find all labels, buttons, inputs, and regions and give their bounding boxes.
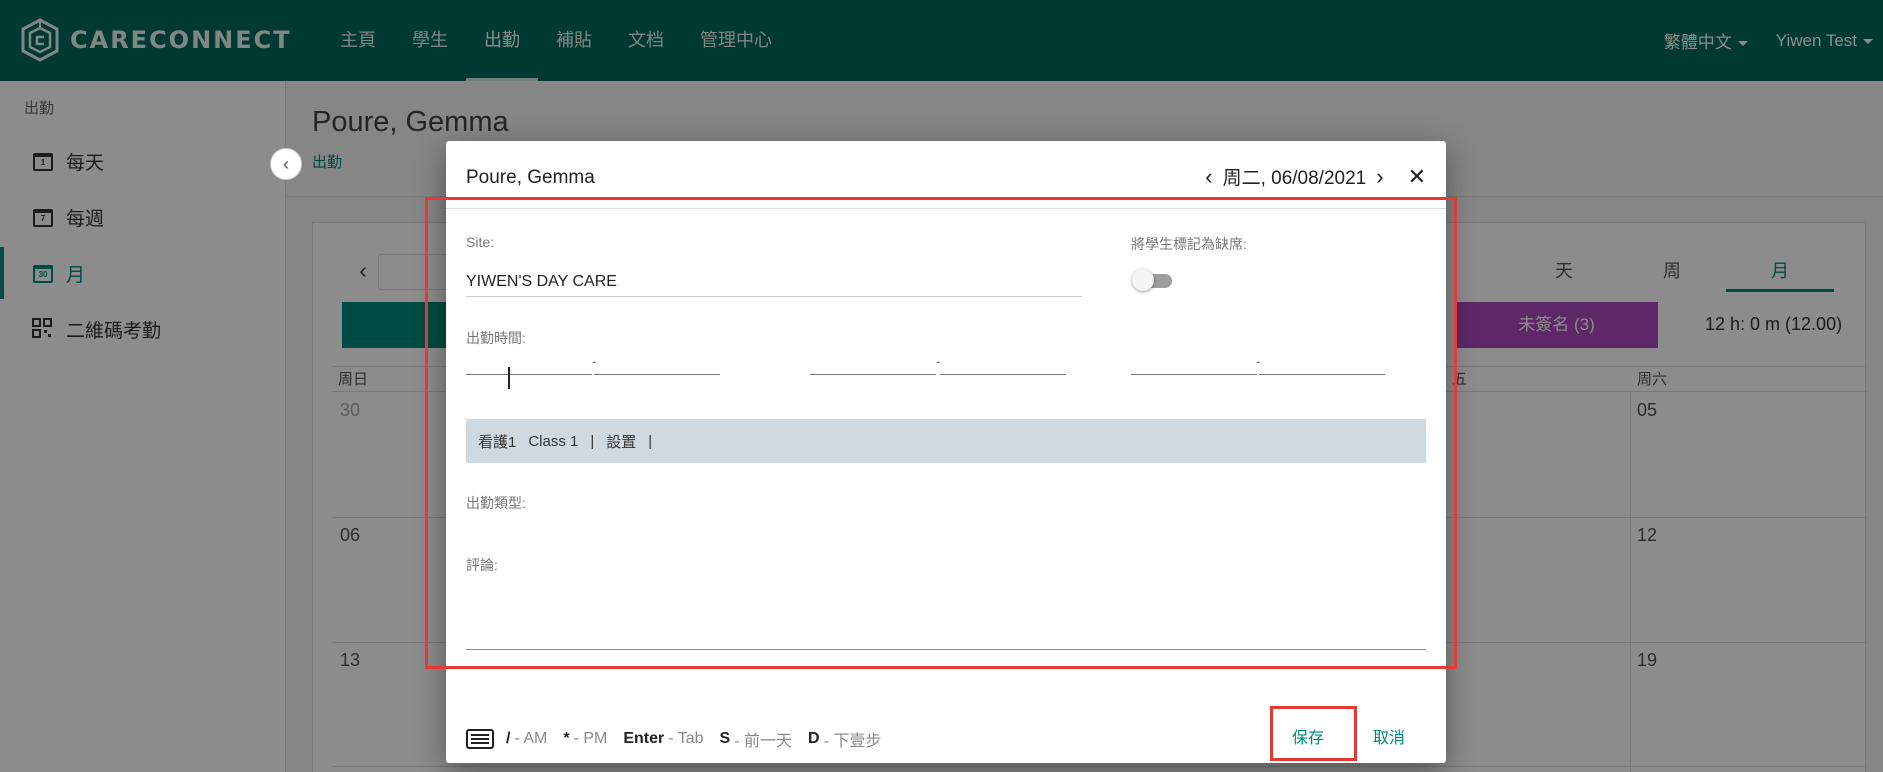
class-label: Class 1: [528, 432, 579, 450]
toggle-thumb: [1132, 269, 1154, 291]
class-bar-separator: |: [590, 432, 595, 450]
shortcut-desc: - Tab: [668, 730, 704, 747]
attendance-time-label: 出勤時間:: [466, 330, 526, 346]
shortcut-desc: - AM: [514, 730, 548, 747]
absent-label: 將學生標記為缺席:: [1131, 236, 1247, 252]
comment-field[interactable]: [466, 649, 1426, 650]
absent-toggle[interactable]: [1132, 269, 1172, 291]
time-in-field-1[interactable]: [466, 351, 592, 375]
time-out-field-1[interactable]: [594, 351, 720, 375]
cancel-button[interactable]: 取消: [1354, 723, 1424, 755]
shortcut-key: D: [808, 730, 820, 747]
keyboard-shortcuts: / - AM * - PM Enter - Tab S- 前一天 D- 下壹步: [466, 727, 881, 751]
time-in-field-2[interactable]: [810, 351, 936, 375]
shortcut-desc: - 下壹步: [823, 733, 882, 750]
class-settings-link[interactable]: 設置: [606, 431, 636, 452]
time-out-field-3[interactable]: [1259, 351, 1385, 375]
shortcut-key: *: [563, 730, 570, 747]
dialog-header-divider: [446, 208, 1446, 209]
shortcut-desc: - 前一天: [734, 733, 792, 750]
close-icon[interactable]: ✕: [1408, 164, 1426, 190]
class-info-bar: 看護1 Class 1 | 設置 |: [466, 419, 1426, 463]
dialog-date: 周二, 06/08/2021: [1222, 168, 1367, 189]
attendance-type-label: 出勤類型:: [466, 495, 526, 511]
sidebar-collapse-button[interactable]: ‹: [270, 148, 302, 180]
dialog-title: Poure, Gemma: [466, 167, 595, 188]
chevron-right-icon[interactable]: ›: [1366, 164, 1393, 190]
time-out-field-2[interactable]: [940, 351, 1066, 375]
shortcut-key: /: [506, 730, 511, 747]
dialog-date-nav: ‹ 周二, 06/08/2021 › ✕: [1195, 163, 1426, 190]
shortcut-key: S: [719, 730, 731, 747]
chevron-left-icon[interactable]: ‹: [1195, 164, 1222, 190]
class-bar-separator: |: [648, 432, 653, 450]
site-select[interactable]: YIWEN'S DAY CARE: [466, 273, 1082, 297]
time-in-field-3[interactable]: [1131, 351, 1257, 375]
shortcut-desc: - PM: [573, 730, 608, 747]
keyboard-icon: [466, 729, 494, 749]
site-label: Site:: [466, 234, 495, 250]
comment-label: 評論:: [466, 557, 498, 573]
save-button[interactable]: 保存: [1274, 723, 1342, 755]
shortcut-key: Enter: [623, 730, 665, 747]
text-cursor: [508, 367, 510, 389]
nurse-label: 看護1: [478, 433, 517, 451]
attendance-dialog: Poure, Gemma ‹ 周二, 06/08/2021 › ✕ Site: …: [446, 141, 1446, 763]
